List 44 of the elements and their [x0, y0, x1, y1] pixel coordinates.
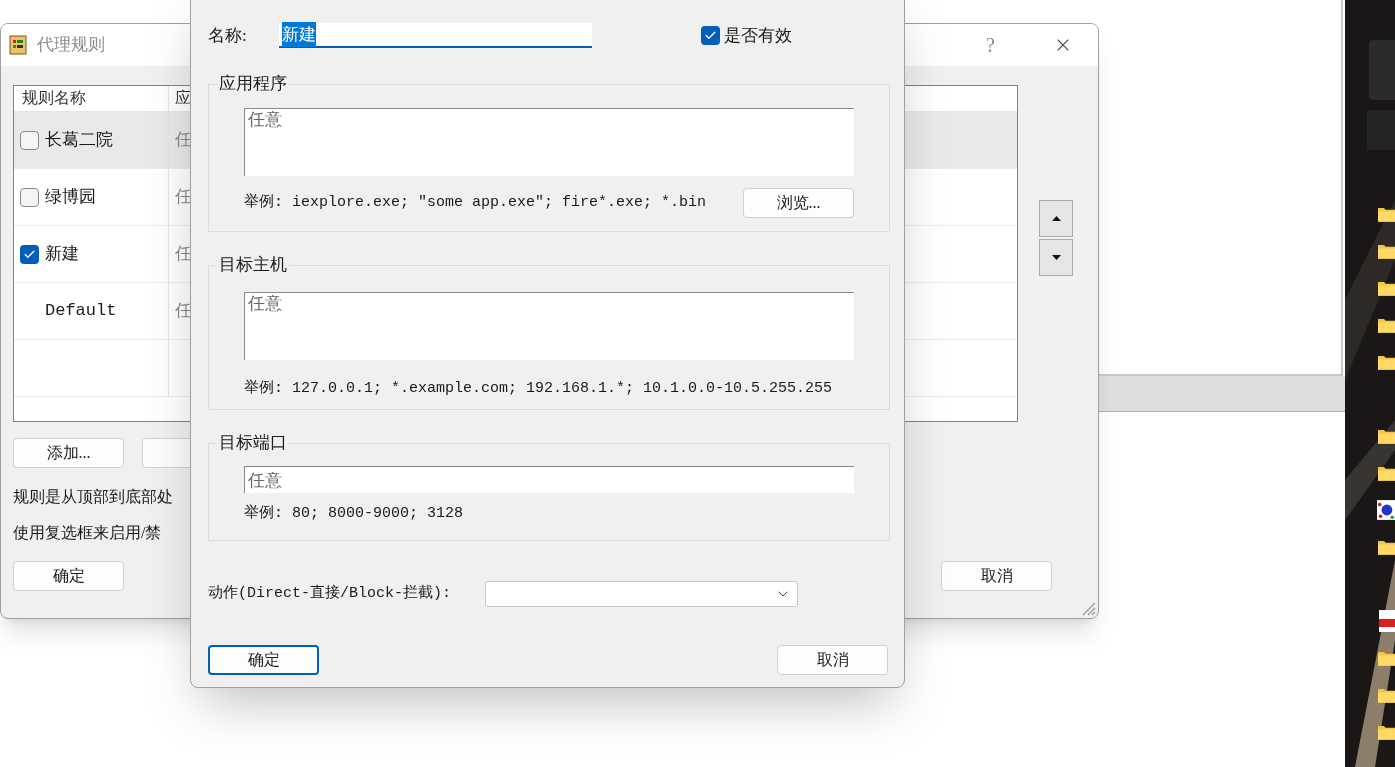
table-cell-text: 任 — [174, 129, 192, 152]
table-cell-text: 任 — [174, 300, 192, 323]
rule-name: 绿博园 — [45, 186, 96, 209]
input-field[interactable]: 任意 — [244, 292, 854, 360]
enabled-checkbox[interactable] — [701, 26, 720, 45]
ok-button[interactable]: 确定 — [13, 561, 124, 591]
scroll-icon — [7, 34, 29, 56]
table-cell-text: 任 — [174, 186, 192, 209]
rule-name: 长葛二院 — [45, 129, 113, 152]
name-label: 名称: — [208, 24, 248, 47]
input-field[interactable]: 任意 — [244, 466, 854, 493]
name-field[interactable]: 新建 — [279, 23, 592, 48]
browse-button[interactable]: 浏览... — [743, 188, 854, 218]
example-text: 举例: iexplore.exe; ″some app.exe″; fire*.exe; *.bin — [244, 192, 707, 213]
group-title: 目标主机 — [217, 254, 289, 276]
enabled-label: 是否有效 — [724, 24, 792, 47]
row-checkbox[interactable] — [20, 244, 39, 264]
molecule-icon[interactable] — [1377, 498, 1395, 521]
column-header[interactable]: 规则名称 — [14, 86, 169, 111]
action-label: 动作(Direct-直接/Block-拦截): — [208, 583, 453, 604]
add-button[interactable]: 添加... — [13, 438, 124, 468]
rule-name: 新建 — [45, 243, 79, 266]
example-text: 举例: 80; 8000-9000; 3128 — [244, 503, 464, 524]
rules-note: 规则是从顶部到底部处 — [13, 487, 174, 507]
example-text: 举例: 127.0.0.1; *.example.com; 192.168.1.*; 10.1.0.0-10.5.255.255 — [244, 378, 833, 399]
ok-button[interactable]: 确定 — [208, 645, 319, 675]
table-cell-text: 任 — [174, 243, 192, 266]
input-field[interactable]: 任意 — [244, 108, 854, 176]
row-checkbox[interactable] — [20, 187, 39, 207]
rule-name: Default — [45, 300, 117, 323]
group-title: 目标端口 — [217, 432, 289, 454]
pdf-file-icon[interactable] — [1379, 609, 1395, 632]
checkbox-note: 使用复选框来启用/禁 — [13, 523, 163, 543]
window-title: 代理规则 — [37, 34, 105, 57]
checkmark-icon — [704, 29, 717, 42]
group-title: 应用程序 — [217, 73, 289, 95]
help-button[interactable]: ? — [986, 30, 995, 60]
up-triangle-icon — [1051, 216, 1061, 221]
column-header[interactable]: 应 — [169, 86, 191, 111]
down-triangle-icon — [1051, 255, 1061, 260]
cancel-button[interactable]: 取消 — [941, 561, 1052, 591]
cancel-button[interactable]: 取消 — [777, 645, 888, 675]
row-checkbox[interactable] — [20, 130, 39, 150]
resize-grip-icon — [1080, 600, 1096, 616]
